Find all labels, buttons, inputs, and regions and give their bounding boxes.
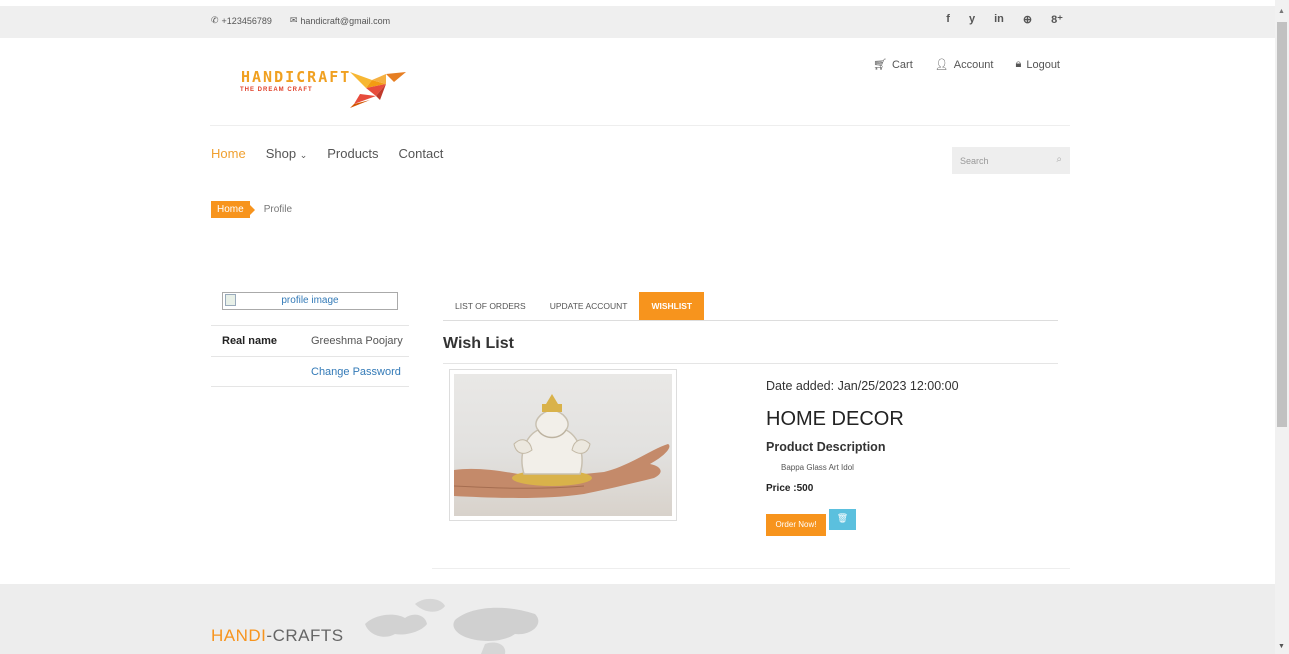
footer: HANDI-CRAFTS (0, 584, 1275, 654)
product-category: HOME DECOR (766, 408, 904, 430)
product-image[interactable] (449, 369, 677, 521)
profile-image: profile image (222, 292, 398, 310)
scrollbar[interactable]: ▲ ▼ (1275, 0, 1289, 654)
change-password-link[interactable]: Change Password (311, 366, 401, 378)
twitter-icon[interactable]: y (969, 13, 975, 26)
profile-details: Real name Greeshma Poojary Change Passwo… (211, 325, 409, 387)
profile-tabs: LIST OF ORDERS UPDATE ACCOUNT WISHLIST (443, 292, 705, 320)
broken-image-icon (225, 294, 236, 306)
idol-illustration (454, 394, 670, 498)
order-now-button[interactable]: Order Now! (766, 514, 826, 536)
chevron-down-icon: ⌄ (299, 150, 308, 160)
scroll-down-icon[interactable]: ▼ (1278, 643, 1285, 650)
scroll-up-icon[interactable]: ▲ (1278, 8, 1285, 15)
account-link[interactable]: 👤︎ Account (934, 58, 994, 72)
phone-contact: ✆ +123456789 (211, 15, 272, 26)
wishlist-title: Wish List (443, 335, 514, 352)
delete-button[interactable]: 🗑︎ (829, 509, 856, 530)
social-links: f y in ⊕ 8⁺ (946, 13, 1063, 26)
nav-shop[interactable]: Shop ⌄ (266, 146, 308, 161)
tab-update-account[interactable]: UPDATE ACCOUNT (538, 292, 640, 320)
breadcrumb-home[interactable]: Home (211, 201, 255, 218)
scrollbar-thumb[interactable] (1277, 22, 1287, 427)
product-photo (454, 374, 672, 516)
tab-list-of-orders[interactable]: LIST OF ORDERS (443, 292, 538, 320)
facebook-icon[interactable]: f (946, 13, 950, 26)
phone-icon: ✆ (211, 15, 219, 25)
cart-icon: 🛒︎ (873, 59, 887, 71)
date-added: Date added: Jan/25/2023 12:00:00 (766, 379, 959, 393)
site-logo[interactable]: HANDICRAFT THE DREAM CRAFT (236, 62, 406, 112)
profile-row-name: Real name Greeshma Poojary (211, 325, 409, 356)
profile-row-password: Change Password (211, 356, 409, 387)
nav-home[interactable]: Home (211, 146, 246, 161)
nav-contact[interactable]: Contact (399, 146, 444, 161)
product-description-heading: Product Description (766, 440, 886, 454)
world-map-graphic (365, 598, 539, 654)
main-nav: Home Shop ⌄ Products Contact (211, 146, 443, 161)
wishlist-divider (443, 363, 1058, 364)
logo-tagline: THE DREAM CRAFT (240, 87, 313, 93)
bird-logo-icon (350, 72, 406, 108)
envelope-icon: ✉ (289, 15, 298, 25)
tabs-divider (443, 320, 1058, 321)
tab-wishlist[interactable]: WISHLIST (639, 292, 705, 320)
content-divider (432, 568, 1070, 569)
dribbble-icon[interactable]: ⊕ (1023, 13, 1032, 26)
google-plus-icon[interactable]: 8⁺ (1051, 13, 1063, 26)
real-name-label: Real name (222, 335, 278, 347)
header-divider (210, 125, 1070, 126)
user-icon: 👤︎ (934, 59, 949, 71)
logo-brand: HANDICRAFT (241, 68, 352, 86)
top-bar: ✆ +123456789 ✉ handicraft@gmail.com f y in… (0, 0, 1275, 38)
real-name-value: Greeshma Poojary (311, 335, 403, 347)
contact-info: ✆ +123456789 ✉ handicraft@gmail.com (211, 15, 390, 26)
search-icon[interactable]: ⌕ (1056, 154, 1062, 165)
product-price: Price :500 (766, 483, 814, 494)
trash-icon: 🗑︎ (836, 513, 849, 523)
nav-products[interactable]: Products (327, 146, 378, 161)
footer-title: HANDI-CRAFTS (211, 626, 344, 645)
search-input[interactable]: Search ⌕ (952, 147, 1070, 174)
breadcrumb: Home Profile (211, 201, 292, 218)
lock-icon: 🔒︎ (1015, 58, 1022, 70)
logout-link[interactable]: 🔒︎ Logout (1015, 58, 1060, 71)
cart-link[interactable]: 🛒︎ Cart (873, 58, 913, 72)
email-contact[interactable]: ✉ handicraft@gmail.com (290, 15, 390, 26)
account-links: 🛒︎ Cart 👤︎ Account 🔒︎ Logout (873, 58, 1060, 71)
breadcrumb-current: Profile (263, 204, 293, 215)
linkedin-icon[interactable]: in (994, 13, 1004, 26)
product-description: Bappa Glass Art Idol (781, 463, 854, 472)
